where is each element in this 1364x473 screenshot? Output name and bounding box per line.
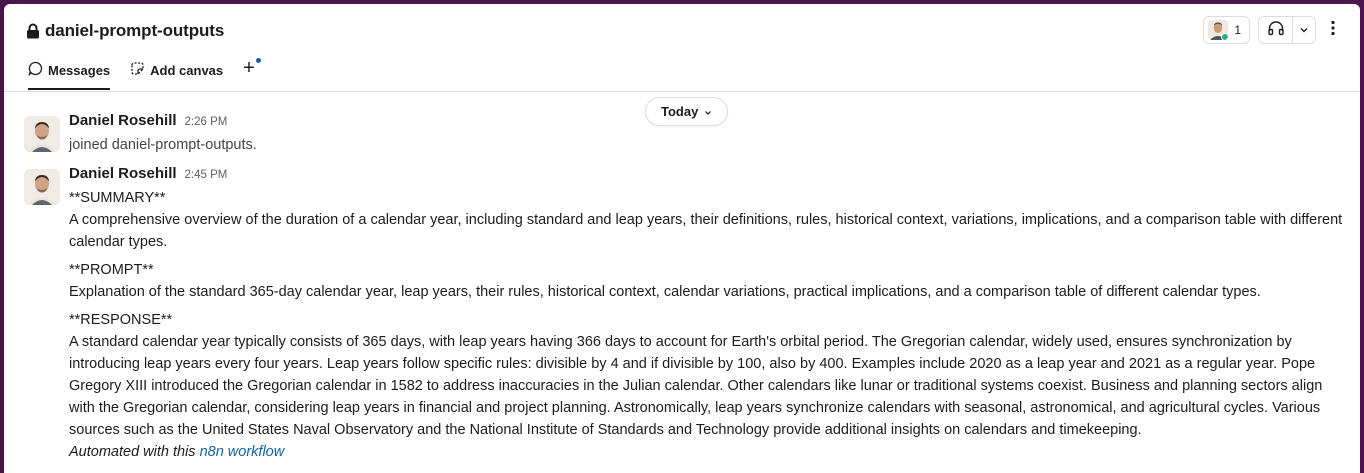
timestamp[interactable]: 2:45 PM <box>185 169 228 181</box>
tab-label: Messages <box>48 62 111 78</box>
message-text: joined daniel-prompt-outputs. <box>69 137 257 153</box>
prompt-text: Explanation of the standard 365-day cale… <box>69 284 1261 300</box>
tab-add-canvas[interactable]: Add canvas <box>130 61 223 88</box>
message-content: Daniel Rosehill 2:26 PM joined daniel-pr… <box>69 112 1344 156</box>
channel-header: daniel-prompt-outputs Messages Add canva… <box>4 4 1360 92</box>
add-tab-button[interactable]: + <box>243 57 261 84</box>
notification-dot <box>255 58 261 63</box>
kebab-menu-icon <box>1331 20 1335 41</box>
message-header: Daniel Rosehill 2:26 PM <box>69 112 1344 134</box>
sender-name[interactable]: Daniel Rosehill <box>69 165 177 182</box>
footer-prefix: Automated with this <box>69 444 196 460</box>
message-header: Daniel Rosehill 2:45 PM <box>69 165 1344 187</box>
huddle-button[interactable] <box>1259 17 1293 43</box>
lock-icon <box>26 23 40 39</box>
header-actions: 1 <box>1203 16 1342 44</box>
tab-messages[interactable]: Messages <box>28 61 111 90</box>
channel-name: daniel-prompt-outputs <box>45 21 225 40</box>
response-text: A standard calendar year typically consi… <box>69 334 1323 438</box>
huddle-control <box>1258 16 1316 44</box>
automation-footer: Automated with this n8n workflow <box>69 441 1344 463</box>
channel-title-button[interactable]: daniel-prompt-outputs <box>26 18 224 44</box>
n8n-workflow-link[interactable]: n8n workflow <box>200 444 285 460</box>
message-icon <box>28 61 43 79</box>
channel-window: daniel-prompt-outputs Messages Add canva… <box>4 4 1360 473</box>
member-count: 1 <box>1234 23 1241 37</box>
headphones-icon <box>1267 20 1285 41</box>
response-heading: **RESPONSE** <box>69 312 173 328</box>
tab-label: Add canvas <box>150 62 224 78</box>
more-actions-button[interactable] <box>1324 16 1342 44</box>
canvas-icon <box>130 61 145 79</box>
timestamp[interactable]: 2:26 PM <box>185 116 228 128</box>
member-avatar <box>1208 20 1229 40</box>
avatar[interactable] <box>24 116 60 152</box>
message-content: Daniel Rosehill 2:45 PM **SUMMARY** A co… <box>69 165 1344 463</box>
summary-text: A comprehensive overview of the duration… <box>69 212 1343 250</box>
plus-icon: + <box>243 57 255 79</box>
chevron-down-icon <box>1299 21 1309 39</box>
members-button[interactable]: 1 <box>1203 16 1250 44</box>
avatar[interactable] <box>24 169 60 205</box>
huddle-options-button[interactable] <box>1293 17 1315 43</box>
presence-indicator <box>1221 33 1229 40</box>
sender-name[interactable]: Daniel Rosehill <box>69 112 177 129</box>
prompt-heading: **PROMPT** <box>69 262 154 278</box>
channel-tabs: Messages Add canvas + <box>28 57 261 91</box>
summary-heading: **SUMMARY** <box>69 190 166 206</box>
